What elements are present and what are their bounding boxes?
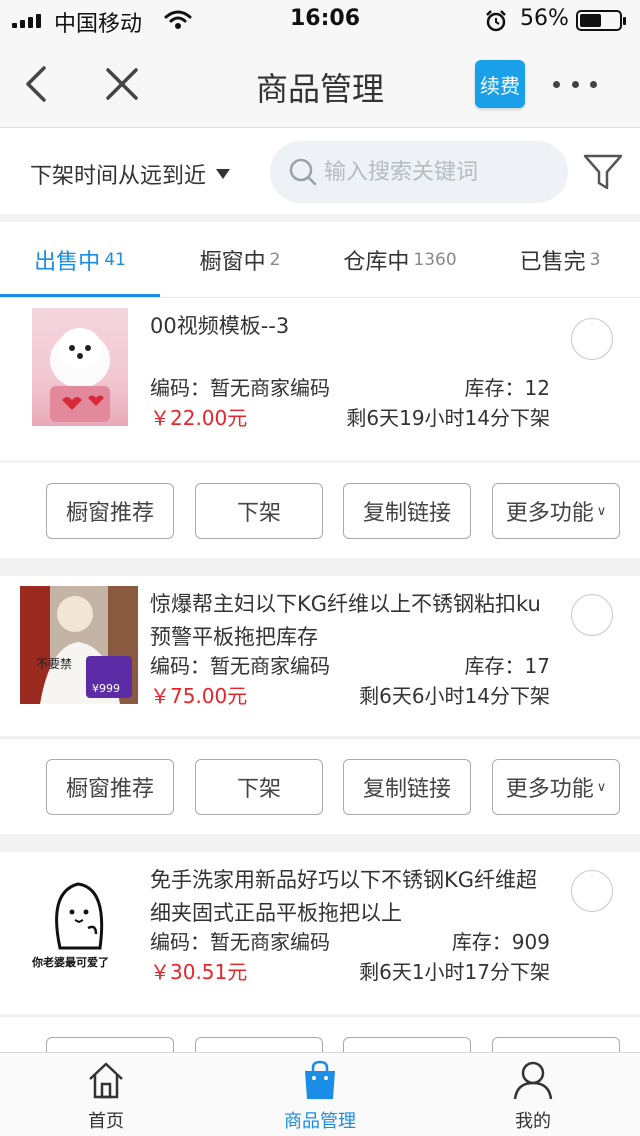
copy-link-button[interactable]: 复制链接 xyxy=(343,483,471,539)
tab-count: 2 xyxy=(269,250,281,270)
active-tab-indicator xyxy=(0,294,160,297)
copy-link-button[interactable]: 复制链接 xyxy=(343,759,471,815)
product-card[interactable]: 你老婆最可爱了 免手洗家用新品好巧以下不锈钢KG纤维超细夹固式正品平板拖把以上 … xyxy=(0,852,640,1014)
product-delist-time: 剩6天6小时14分下架 xyxy=(359,684,550,708)
person-icon xyxy=(513,1061,553,1100)
product-stock: 库存：12 xyxy=(464,376,550,400)
product-price: ￥75.00元 xyxy=(150,684,248,708)
more-functions-button[interactable]: 更多功能 ∨ xyxy=(492,759,620,815)
tab-warehouse[interactable]: 仓库中 1360 xyxy=(320,222,480,298)
window-recommend-button[interactable]: 橱窗推荐 xyxy=(46,483,174,539)
tab-showcase[interactable]: 橱窗中 2 xyxy=(160,222,320,298)
section-divider xyxy=(0,834,640,852)
product-code: 编码：暂无商家编码 xyxy=(150,376,330,400)
select-checkbox[interactable] xyxy=(571,870,613,912)
bottom-tab-bar: 首页 商品管理 我的 xyxy=(0,1052,640,1136)
tabbar-label: 首页 xyxy=(88,1111,124,1132)
sort-label: 下架时间从远到近 xyxy=(30,164,207,189)
close-icon[interactable] xyxy=(102,64,142,104)
chevron-down-icon: ∨ xyxy=(596,779,607,795)
tab-label: 仓库中 xyxy=(343,250,410,275)
delist-button[interactable]: 下架 xyxy=(195,483,323,539)
product-stock: 库存：17 xyxy=(464,654,550,678)
status-time: 16:06 xyxy=(290,6,361,31)
caret-down-icon xyxy=(216,169,231,179)
product-thumbnail xyxy=(32,308,128,426)
delist-button[interactable]: 下架 xyxy=(195,759,323,815)
tabbar-label: 商品管理 xyxy=(284,1111,356,1132)
search-input[interactable] xyxy=(324,159,554,185)
tabbar-home[interactable]: 首页 xyxy=(26,1053,186,1136)
battery-percent: 56% xyxy=(520,6,569,31)
renew-button[interactable]: 续费 xyxy=(475,60,525,108)
svg-text:不要禁: 不要禁 xyxy=(36,657,72,671)
product-price: ￥22.00元 xyxy=(150,406,248,430)
more-functions-button[interactable]: 更多功能 ∨ xyxy=(492,483,620,539)
shopping-bag-icon xyxy=(305,1060,335,1099)
select-checkbox[interactable] xyxy=(571,594,613,636)
product-stock: 库存：909 xyxy=(451,930,550,954)
svg-text:你老婆最可爱了: 你老婆最可爱了 xyxy=(31,955,109,969)
chevron-down-icon: ∨ xyxy=(596,503,607,519)
product-price: ￥30.51元 xyxy=(150,960,248,984)
page-title: 商品管理 xyxy=(255,70,384,108)
filter-bar: 下架时间从远到近 xyxy=(0,128,640,214)
product-thumbnail: 你老婆最可爱了 xyxy=(20,862,138,980)
tab-count: 41 xyxy=(104,250,126,270)
tab-label: 橱窗中 xyxy=(199,250,266,275)
product-title[interactable]: 免手洗家用新品好巧以下不锈钢KG纤维超细夹固式正品平板拖把以上 xyxy=(150,864,550,930)
search-box[interactable] xyxy=(270,141,568,203)
filter-icon[interactable] xyxy=(582,152,624,192)
product-delist-time: 剩6天19小时14分下架 xyxy=(346,406,550,430)
carrier-name: 中国移动 xyxy=(54,12,143,37)
tab-label: 出售中 xyxy=(34,250,101,275)
tab-label: 已售完 xyxy=(519,250,586,275)
tab-count: 1360 xyxy=(413,250,457,270)
back-icon[interactable] xyxy=(20,62,56,106)
section-divider xyxy=(0,558,640,576)
wifi-icon xyxy=(164,10,192,29)
product-thumbnail: 不要禁 ¥999 xyxy=(20,586,138,704)
tab-on-sale[interactable]: 出售中 41 xyxy=(0,222,160,298)
signal-icon xyxy=(12,12,41,28)
search-icon xyxy=(289,158,317,186)
product-card[interactable]: 不要禁 ¥999 惊爆帮主妇以下KG纤维以上不锈钢粘扣ku预警平板拖把库存 编码… xyxy=(0,576,640,736)
product-actions: 橱窗推荐 下架 复制链接 更多功能 ∨ xyxy=(0,738,640,834)
nav-bar: 商品管理 续费 xyxy=(0,40,640,128)
tabbar-label: 我的 xyxy=(515,1111,551,1132)
product-title[interactable]: 00视频模板--3 xyxy=(150,310,550,343)
svg-text:¥999: ¥999 xyxy=(92,682,120,695)
product-code: 编码：暂无商家编码 xyxy=(150,930,330,954)
more-functions-label: 更多功能 xyxy=(505,777,594,802)
window-recommend-button[interactable]: 橱窗推荐 xyxy=(46,759,174,815)
product-title[interactable]: 惊爆帮主妇以下KG纤维以上不锈钢粘扣ku预警平板拖把库存 xyxy=(150,588,550,654)
product-actions: 橱窗推荐 下架 复制链接 更多功能 ∨ xyxy=(0,462,640,558)
tab-count: 3 xyxy=(589,250,601,270)
tabbar-product-management[interactable]: 商品管理 xyxy=(240,1053,400,1136)
select-checkbox[interactable] xyxy=(571,318,613,360)
sort-dropdown[interactable]: 下架时间从远到近 xyxy=(30,158,231,190)
more-functions-label: 更多功能 xyxy=(505,501,594,526)
product-card[interactable]: 00视频模板--3 编码：暂无商家编码 库存：12 ￥22.00元 剩6天19小… xyxy=(0,298,640,460)
status-tabs: 出售中 41 橱窗中 2 仓库中 1360 已售完 3 xyxy=(0,222,640,298)
battery-icon xyxy=(576,10,626,31)
product-delist-time: 剩6天1小时17分下架 xyxy=(359,960,550,984)
more-icon[interactable] xyxy=(553,78,597,90)
product-code: 编码：暂无商家编码 xyxy=(150,654,330,678)
tabbar-mine[interactable]: 我的 xyxy=(453,1053,613,1136)
tab-sold-out[interactable]: 已售完 3 xyxy=(480,222,640,298)
home-icon xyxy=(89,1062,123,1099)
alarm-icon xyxy=(486,10,506,32)
status-bar: 中国移动 16:06 56% xyxy=(0,0,640,40)
